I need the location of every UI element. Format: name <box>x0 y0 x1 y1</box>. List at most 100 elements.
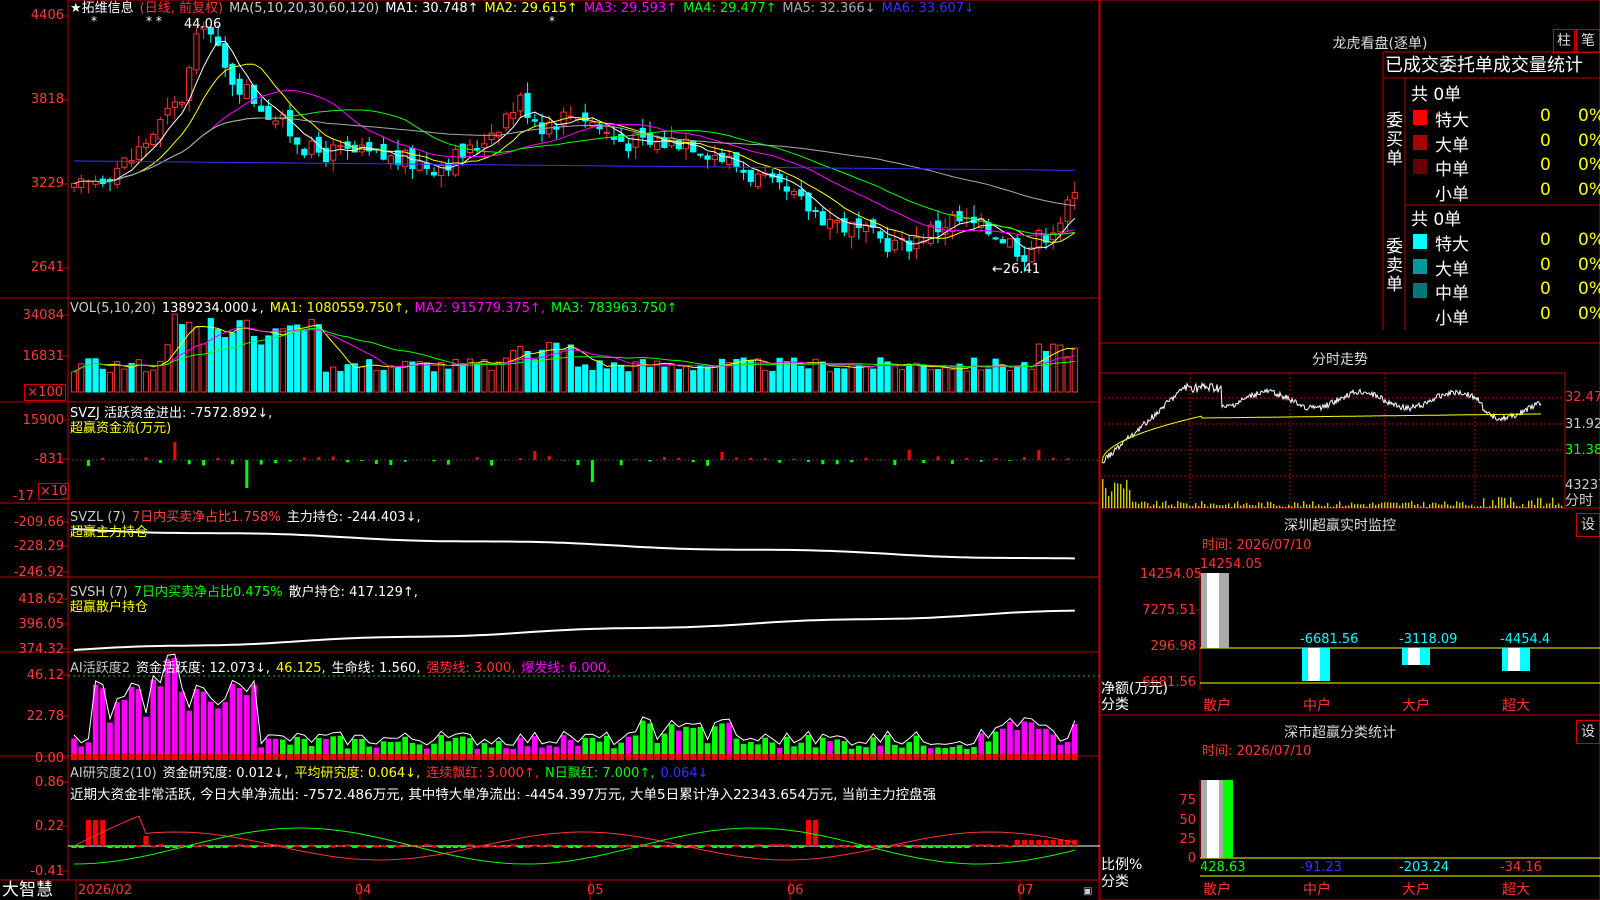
intraday-vol-bar <box>1426 506 1428 508</box>
candle-body <box>848 221 855 238</box>
bar-mode-button[interactable]: 柱 <box>1553 29 1575 53</box>
research-bar <box>229 845 235 848</box>
class-cat: 中户 <box>1303 882 1331 898</box>
sell-row-count: 0 <box>1540 254 1551 275</box>
intraday-vol-bar <box>1267 501 1269 508</box>
retail-holding-line <box>73 609 1075 651</box>
activity-base <box>445 754 452 760</box>
high-price-label: 44.06 <box>184 17 222 32</box>
research-bar <box>388 846 394 848</box>
intraday-vol-bar <box>1144 501 1146 508</box>
monitor-bar-highlight <box>1207 573 1219 648</box>
volume-bar <box>279 328 286 393</box>
intraday-vol-bar <box>1444 501 1446 508</box>
candle-body <box>430 172 438 176</box>
activity-base <box>229 754 236 760</box>
volume-bar <box>85 358 92 393</box>
activity-base <box>186 754 192 760</box>
candle-body <box>474 147 481 150</box>
activity-base <box>121 754 128 760</box>
activity-bar <box>186 710 192 760</box>
intraday-vol-bar <box>1516 505 1518 508</box>
research-bar <box>85 820 91 846</box>
activity-bar <box>100 688 106 760</box>
monitor-bar-highlight <box>1408 648 1420 665</box>
candle-body <box>330 144 337 161</box>
volume-bar <box>934 369 942 393</box>
volume-bar <box>690 370 697 393</box>
intraday-vol-bar <box>1528 500 1530 508</box>
intraday-vol-bar <box>1156 501 1158 508</box>
activity-base <box>611 754 617 760</box>
volume-bar <box>927 369 934 393</box>
dragon-tabs[interactable]: 已成交委托单成交量统计 <box>1385 56 1583 76</box>
activity-bar <box>193 688 200 760</box>
sz-monitor-settings-button[interactable]: 设 <box>1576 513 1600 537</box>
intraday-vol-bar <box>1276 505 1278 508</box>
candle-body <box>459 143 466 159</box>
intraday-vol-bar <box>1129 490 1131 508</box>
intraday-vol-bar <box>1273 503 1275 508</box>
research-bar <box>985 844 991 847</box>
indicator-value: SVZJ 活跃资金进出: -7572.892↓, <box>70 406 273 421</box>
research-bar <box>1072 840 1078 846</box>
lock-icon[interactable]: ▣ <box>1083 884 1092 899</box>
intraday-vol-bar <box>1168 505 1170 508</box>
intraday-vol-bar <box>1213 503 1215 508</box>
main-chart-canvas[interactable] <box>0 0 1100 900</box>
candle-body <box>812 209 819 212</box>
intraday-vol-bar <box>1360 504 1362 508</box>
monitor-bar-highlight <box>1508 648 1520 671</box>
tick-mode-button[interactable]: 笔 <box>1576 29 1600 53</box>
candle-body <box>891 239 898 251</box>
intraday-vol-bar <box>1222 505 1224 508</box>
volume-bar <box>567 344 574 393</box>
intraday-vol-bar <box>1246 502 1248 508</box>
research-bar <box>913 845 919 848</box>
intraday-vol-bar <box>1171 504 1173 508</box>
buy-orders-label: 委买单 <box>1386 111 1403 169</box>
svsh-subtitle: 超赢散户持仓 <box>70 600 149 615</box>
research-bar <box>294 845 300 848</box>
buy-color-swatch <box>1413 159 1427 175</box>
candle-body <box>236 78 243 95</box>
activity-base <box>690 754 696 760</box>
activity-base <box>157 754 164 760</box>
indicator-value: SVSH (7) <box>70 585 128 600</box>
intraday-vol-bar <box>1480 506 1482 508</box>
intraday-vol-bar <box>1132 501 1134 508</box>
research-bar <box>172 846 178 848</box>
intraday-vol-bar <box>1189 505 1191 508</box>
sell-row-name: 中单 <box>1435 284 1469 305</box>
indicator-value: MA6: 33.607↓ <box>881 1 975 16</box>
svzl-header: SVZL (7) 7日内买卖净占比1.758% 主力持仓: -244.403↓, <box>70 510 427 525</box>
candle-body <box>294 137 301 145</box>
sz-class-settings-button[interactable]: 设 <box>1576 720 1600 744</box>
activity-base <box>193 754 200 760</box>
research-bar <box>251 846 257 848</box>
activity-base <box>92 754 99 760</box>
candle-body <box>999 239 1006 244</box>
svsh-axis-label: 418.62 <box>18 592 65 607</box>
intraday-vol-bar <box>1108 495 1110 508</box>
research-bar <box>568 846 574 848</box>
svzj-axis-label: -831 <box>34 452 64 467</box>
candle-body <box>877 231 884 239</box>
research-bar <box>1050 840 1056 846</box>
candle-body <box>114 167 121 185</box>
volume-bar <box>618 364 625 393</box>
intraday-vol-bar <box>1507 504 1509 508</box>
intraday-vol-bar <box>1423 501 1425 508</box>
activity-base <box>863 754 869 760</box>
intraday-vol-bar <box>1285 506 1287 508</box>
activity-bar <box>200 691 207 760</box>
intraday-vol-bar <box>1117 483 1119 508</box>
intraday-vol-bar <box>1237 501 1239 508</box>
activity-base <box>1036 754 1042 760</box>
stock-name[interactable]: ★拓维信息 <box>70 1 134 16</box>
activity-base <box>820 754 826 760</box>
indicator-value: MA1: 30.748↑ <box>385 1 479 16</box>
intraday-vol-bar <box>1180 502 1182 508</box>
intraday-vol-bar <box>1534 504 1536 508</box>
intraday-vol-bar <box>1459 502 1461 508</box>
